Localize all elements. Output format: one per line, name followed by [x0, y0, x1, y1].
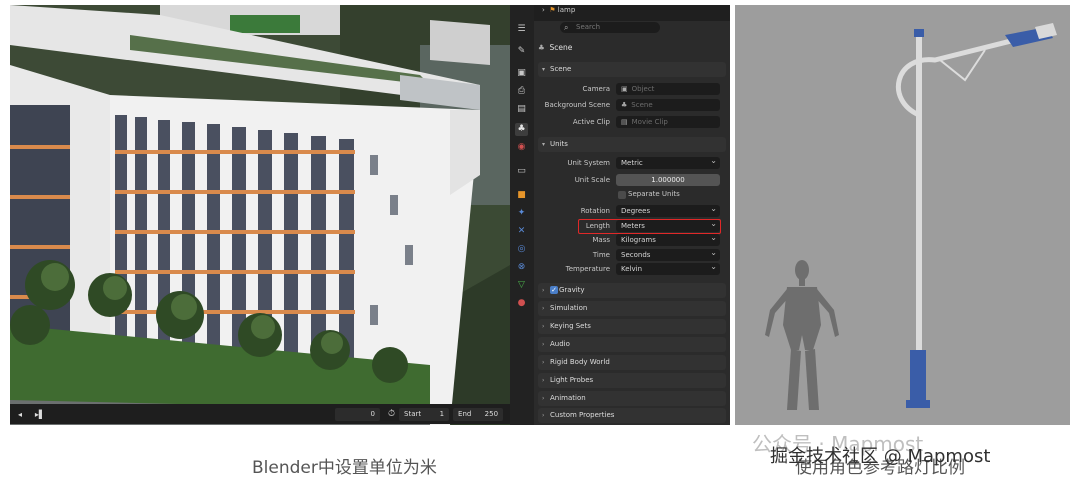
rigid-body-world-panel-header[interactable]: › Rigid Body World [538, 355, 726, 370]
render-tab-icon[interactable]: ▣ [515, 67, 528, 80]
background-scene-placeholder: Scene [631, 101, 653, 109]
end-label: End [458, 409, 472, 418]
chevron-right-icon: › [542, 323, 545, 330]
time-label: Time [592, 251, 610, 259]
clock-icon[interactable]: ⏱ [388, 409, 395, 419]
chevron-down-icon: ▾ [542, 66, 546, 73]
active-clip-label: Active Clip [572, 118, 610, 126]
editor-type-icon[interactable]: ☰ [515, 23, 528, 36]
keying-sets-panel-title: Keying Sets [550, 322, 591, 330]
end-value: 250 [484, 409, 499, 418]
chevron-right-icon: › [542, 287, 545, 294]
gravity-panel-title: Gravity [559, 286, 585, 294]
3d-viewport[interactable] [10, 5, 510, 425]
chevron-down-icon: ▾ [542, 141, 546, 148]
active-clip-placeholder: Movie Clip [631, 118, 668, 126]
separate-units-label: Separate Units [628, 190, 680, 198]
context-title-label: Scene [549, 43, 573, 52]
keying-sets-panel-header[interactable]: › Keying Sets [538, 319, 726, 334]
simulation-panel-header[interactable]: › Simulation [538, 301, 726, 316]
scene-icon: ♣ [538, 43, 545, 52]
rotation-select[interactable]: Degrees [616, 203, 720, 217]
custom-properties-panel-header[interactable]: › Custom Properties [538, 408, 726, 423]
light-probes-panel-title: Light Probes [550, 376, 594, 384]
start-value: 1 [439, 409, 445, 418]
audio-panel-title: Audio [550, 340, 570, 348]
unit-system-select[interactable]: Metric [616, 155, 720, 169]
rotation-label: Rotation [580, 207, 610, 215]
building-scene [10, 5, 510, 425]
camera-object-icon: ▣ [621, 85, 628, 93]
search-placeholder: Search [576, 23, 601, 31]
scene-panel-header[interactable]: ▾ Scene [538, 62, 726, 77]
animation-panel-title: Animation [550, 394, 586, 402]
units-panel-header[interactable]: ▾ Units [538, 137, 726, 152]
background-scene-field[interactable]: ♣ Scene [616, 99, 720, 111]
separate-units-checkbox[interactable] [618, 191, 626, 199]
watermark-line2: 掘金技术社区 @ Mapmost [770, 446, 991, 467]
light-probes-panel-header[interactable]: › Light Probes [538, 373, 726, 388]
context-title: ♣ Scene [538, 43, 572, 52]
scene-icon: ♣ [621, 101, 628, 109]
start-frame-field[interactable]: Start 1 [399, 407, 450, 421]
mass-select[interactable]: Kilograms [616, 232, 720, 246]
scale-reference-view [735, 5, 1070, 425]
play-icon[interactable]: ▸▌ [30, 410, 50, 419]
chevron-right-icon: › [542, 377, 545, 384]
camera-label: Camera [582, 85, 610, 93]
end-frame-field[interactable]: End 250 [453, 407, 504, 421]
gravity-panel-header[interactable]: › ✓ Gravity [538, 283, 726, 298]
chevron-right-icon: › [542, 305, 545, 312]
character-lamp-scene [735, 5, 1070, 425]
units-panel-title: Units [550, 140, 568, 148]
chevron-right-icon: › [542, 395, 545, 402]
chevron-right-icon: › [542, 412, 545, 419]
world-tab-icon[interactable]: ◉ [515, 141, 528, 154]
breadcrumb: › ⚑ lamp [542, 6, 576, 14]
camera-field[interactable]: ▣ Object [616, 83, 720, 95]
unit-scale-field[interactable]: 1.000000 [616, 174, 720, 186]
jump-start-icon[interactable]: ◂ [10, 410, 30, 419]
camera-placeholder: Object [631, 85, 655, 93]
temperature-select[interactable]: Kelvin [616, 261, 720, 275]
audio-panel-header[interactable]: › Audio [538, 337, 726, 352]
unit-scale-label: Unit Scale [574, 176, 610, 184]
animation-panel-header[interactable]: › Animation [538, 391, 726, 406]
data-tab-icon[interactable]: ▽ [515, 279, 528, 292]
background-scene-label: Background Scene [544, 101, 610, 109]
rigid-body-world-panel-title: Rigid Body World [550, 358, 610, 366]
mass-label: Mass [592, 236, 610, 244]
active-clip-field[interactable]: ▤ Movie Clip [616, 116, 720, 128]
current-frame-field[interactable]: 0 [335, 407, 380, 421]
search-icon: ⌕ [564, 23, 569, 32]
custom-properties-panel-title: Custom Properties [550, 411, 615, 419]
properties-header: › ⚑ lamp [534, 5, 730, 21]
material-tab-icon[interactable]: ● [515, 297, 528, 310]
properties-tab-strip: ☰ ✎ ▣ ⎙ ▤ ♣ ◉ ▭ ■ ✦ ✕ ◎ ⊗ ▽ ● [510, 5, 534, 425]
search-input[interactable]: ⌕ Search [560, 22, 660, 33]
breadcrumb-object-name: lamp [557, 6, 576, 14]
chevron-right-icon: › [542, 359, 545, 366]
start-label: Start [404, 409, 422, 418]
tool-tab-icon[interactable]: ✎ [515, 45, 528, 58]
unit-system-label: Unit System [567, 159, 610, 167]
length-highlight-box [578, 219, 721, 234]
chevron-right-icon: › [542, 341, 545, 348]
caption-left: Blender中设置单位为米 [252, 458, 437, 478]
scene-panel-title: Scene [550, 65, 572, 73]
object-tab-icon[interactable]: ■ [515, 189, 528, 202]
timeline-bar: ◂ ▸▌ 0 ⏱ Start 1 End 250 [10, 404, 510, 424]
temperature-label: Temperature [565, 265, 610, 273]
time-select[interactable]: Seconds [616, 247, 720, 261]
simulation-panel-title: Simulation [550, 304, 588, 312]
gravity-checkbox[interactable]: ✓ [550, 286, 558, 294]
movie-clip-icon: ▤ [621, 118, 628, 126]
